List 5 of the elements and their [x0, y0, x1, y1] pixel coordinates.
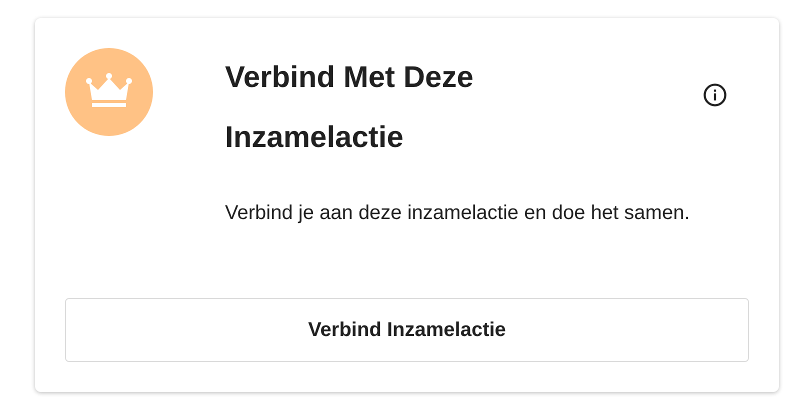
crown-icon — [65, 48, 153, 136]
join-button[interactable]: Verbind Inzamelactie — [65, 298, 749, 362]
card-title: Verbind Met Deze Inzamelactie — [225, 60, 474, 156]
info-icon[interactable] — [702, 82, 728, 108]
card-description: Verbind je aan deze inzamelactie en doe het samen. — [225, 201, 691, 226]
